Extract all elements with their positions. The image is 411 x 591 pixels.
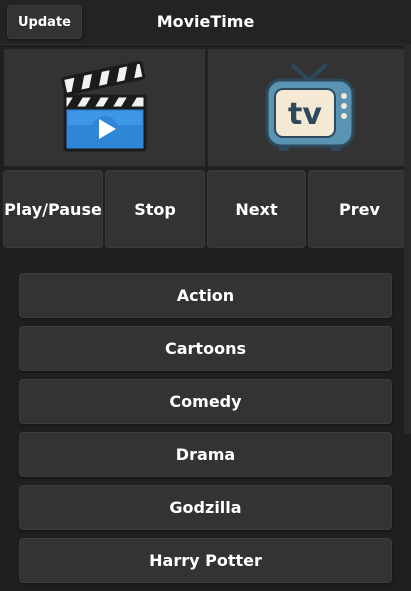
- tv-icon: tv: [265, 63, 355, 151]
- update-button[interactable]: Update: [7, 5, 82, 39]
- category-list: Action Cartoons Comedy Drama Godzilla Ha…: [19, 273, 392, 591]
- stop-button[interactable]: Stop: [105, 170, 205, 248]
- header-bar: Update MovieTime: [0, 0, 411, 45]
- tv-tile[interactable]: tv: [207, 48, 411, 167]
- movies-tile[interactable]: [3, 48, 206, 167]
- prev-button[interactable]: Prev: [308, 170, 411, 248]
- clapperboard-play-icon: [60, 60, 146, 151]
- category-comedy[interactable]: Comedy: [19, 379, 392, 424]
- play-pause-button[interactable]: Play/Pause: [3, 170, 103, 248]
- category-cartoons[interactable]: Cartoons: [19, 326, 392, 371]
- category-action[interactable]: Action: [19, 273, 392, 318]
- tv-icon-label: tv: [288, 97, 322, 132]
- next-button[interactable]: Next: [207, 170, 306, 248]
- scrollbar[interactable]: [404, 44, 411, 434]
- category-godzilla[interactable]: Godzilla: [19, 485, 392, 530]
- category-harry-potter[interactable]: Harry Potter: [19, 538, 392, 583]
- category-drama[interactable]: Drama: [19, 432, 392, 477]
